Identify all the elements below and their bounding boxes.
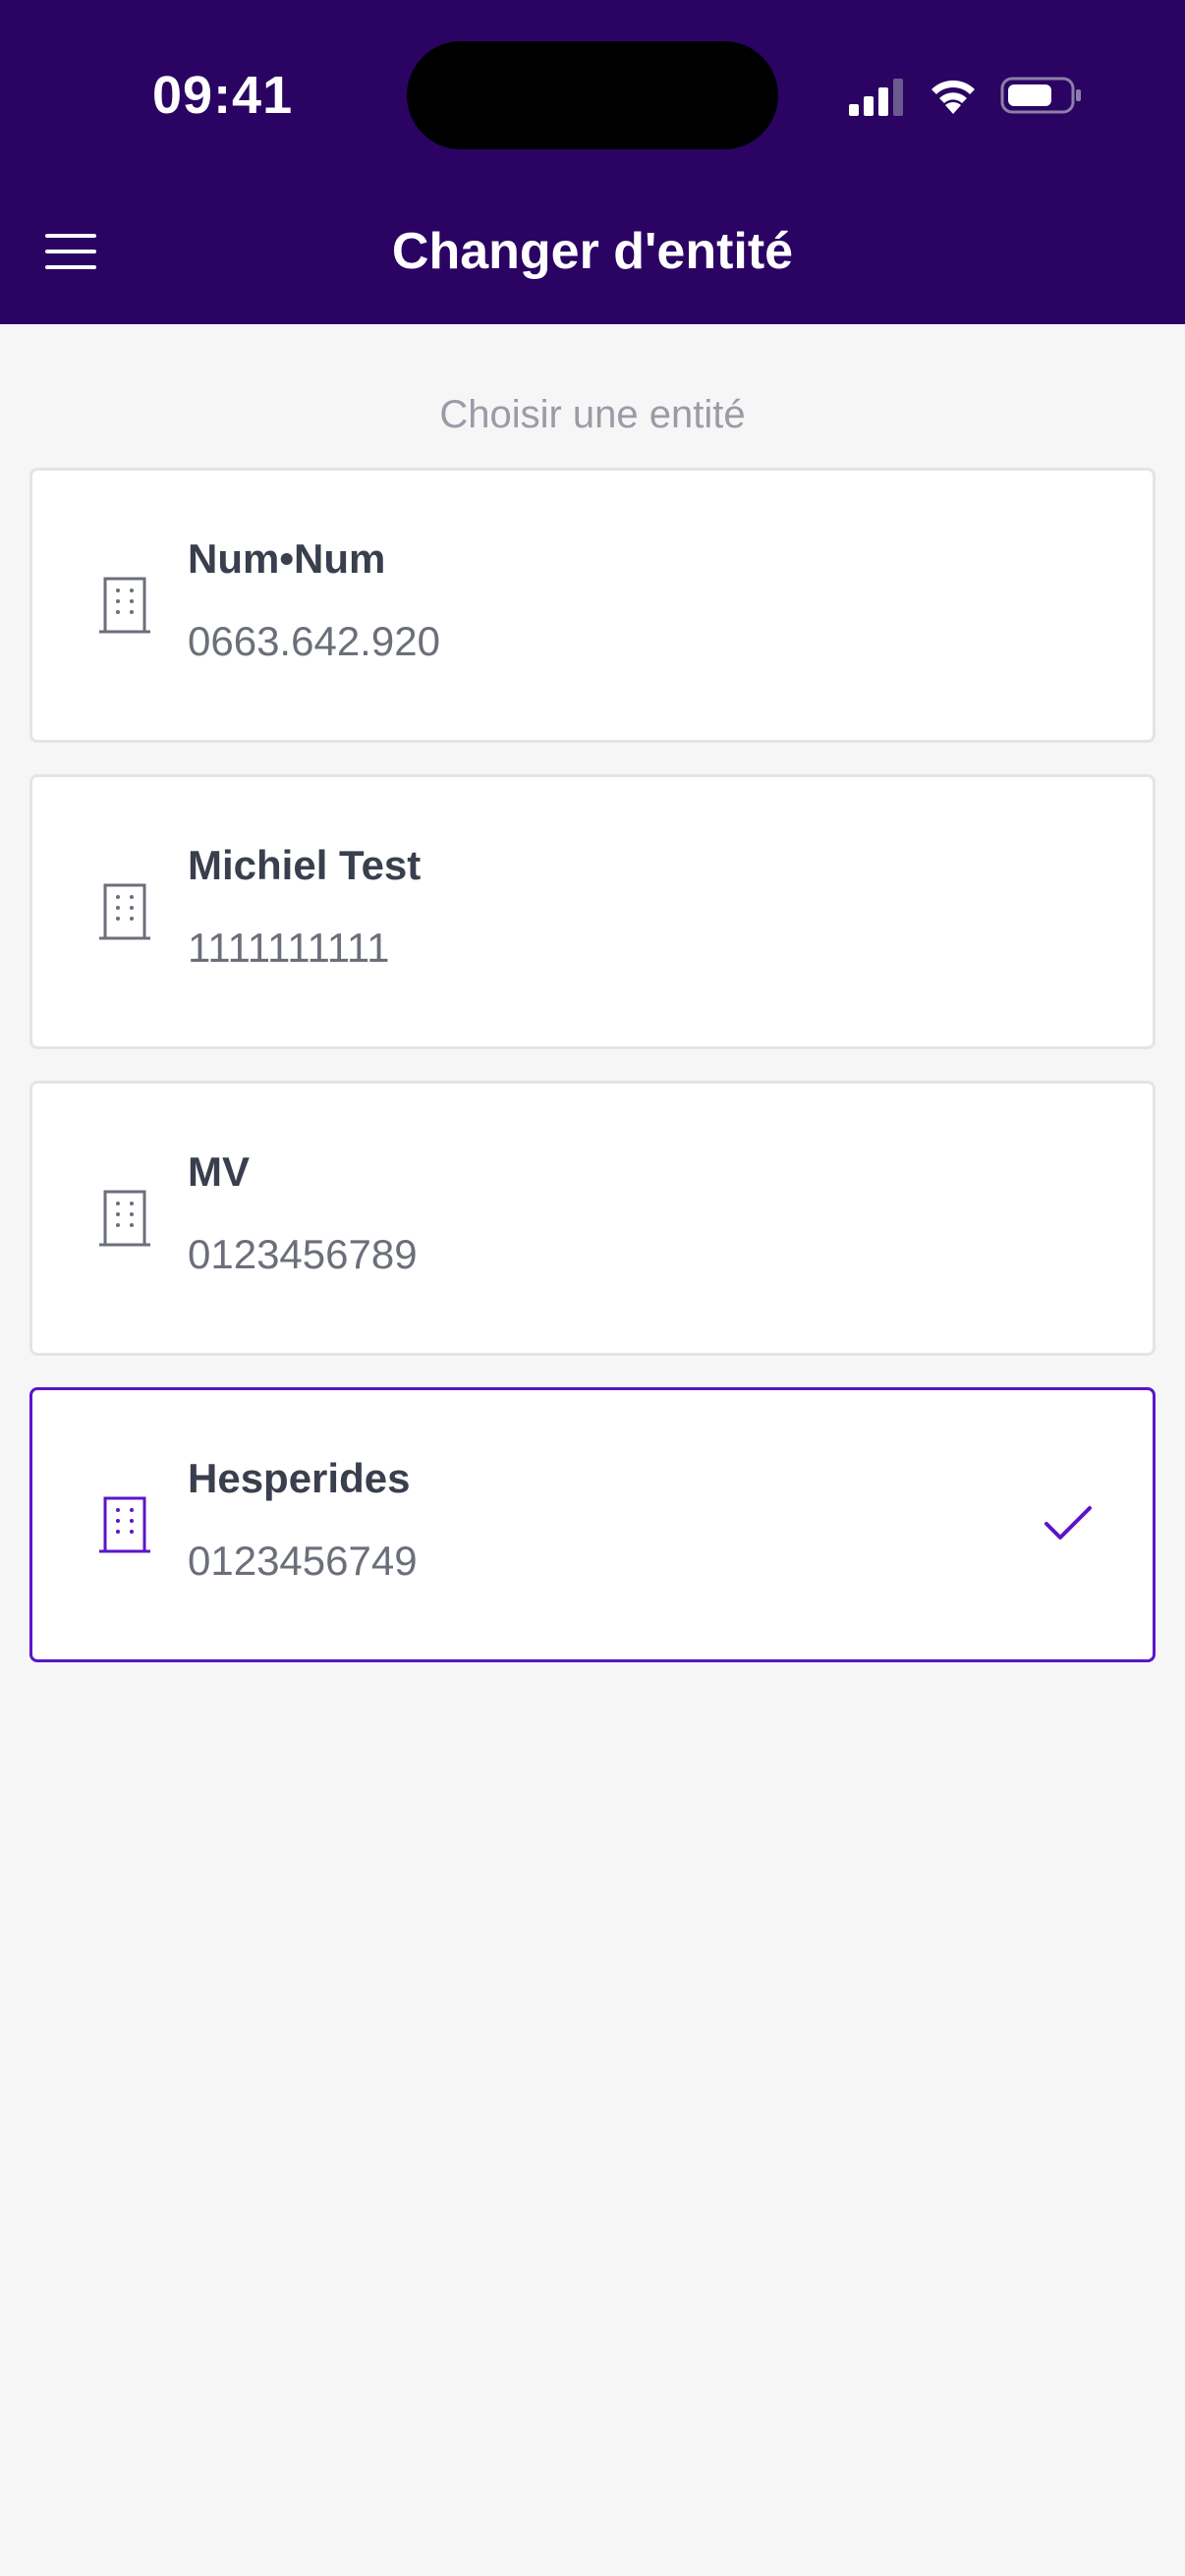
entity-name: MV	[188, 1148, 250, 1195]
entity-name: Michiel Test	[188, 842, 422, 888]
building-icon	[99, 883, 150, 940]
entity-card-selected[interactable]: Hesperides 0123456749	[29, 1387, 1156, 1662]
cellular-signal-icon	[849, 79, 903, 116]
checkmark-icon	[1044, 1506, 1092, 1540]
building-icon	[99, 577, 150, 634]
building-icon	[99, 1190, 150, 1247]
status-time: 09:41	[152, 66, 294, 125]
entity-card[interactable]: MV 0123456789	[29, 1081, 1156, 1356]
entity-number: 0663.642.920	[188, 618, 440, 664]
entity-name: Num•Num	[188, 535, 386, 582]
page-title: Changer d'entité	[391, 223, 794, 280]
status-bar: 09:41	[0, 0, 1185, 196]
entity-card[interactable]: Num•Num 0663.642.920	[29, 468, 1156, 743]
entity-name: Hesperides	[188, 1455, 411, 1501]
entity-number: 0123456789	[188, 1231, 418, 1277]
battery-icon	[1000, 77, 1081, 114]
entity-card[interactable]: Michiel Test 1111111111	[29, 774, 1156, 1049]
wifi-icon	[931, 80, 975, 114]
dynamic-island	[407, 41, 778, 149]
entity-switch-screen: 09:41 Changer d'entité Choisir une entit…	[0, 0, 1185, 2576]
entity-number: 1111111111	[188, 924, 390, 971]
entity-number: 0123456749	[188, 1538, 418, 1584]
section-label: Choisir une entité	[439, 393, 746, 436]
building-icon	[99, 1496, 150, 1553]
header: 09:41 Changer d'entité	[0, 0, 1185, 324]
